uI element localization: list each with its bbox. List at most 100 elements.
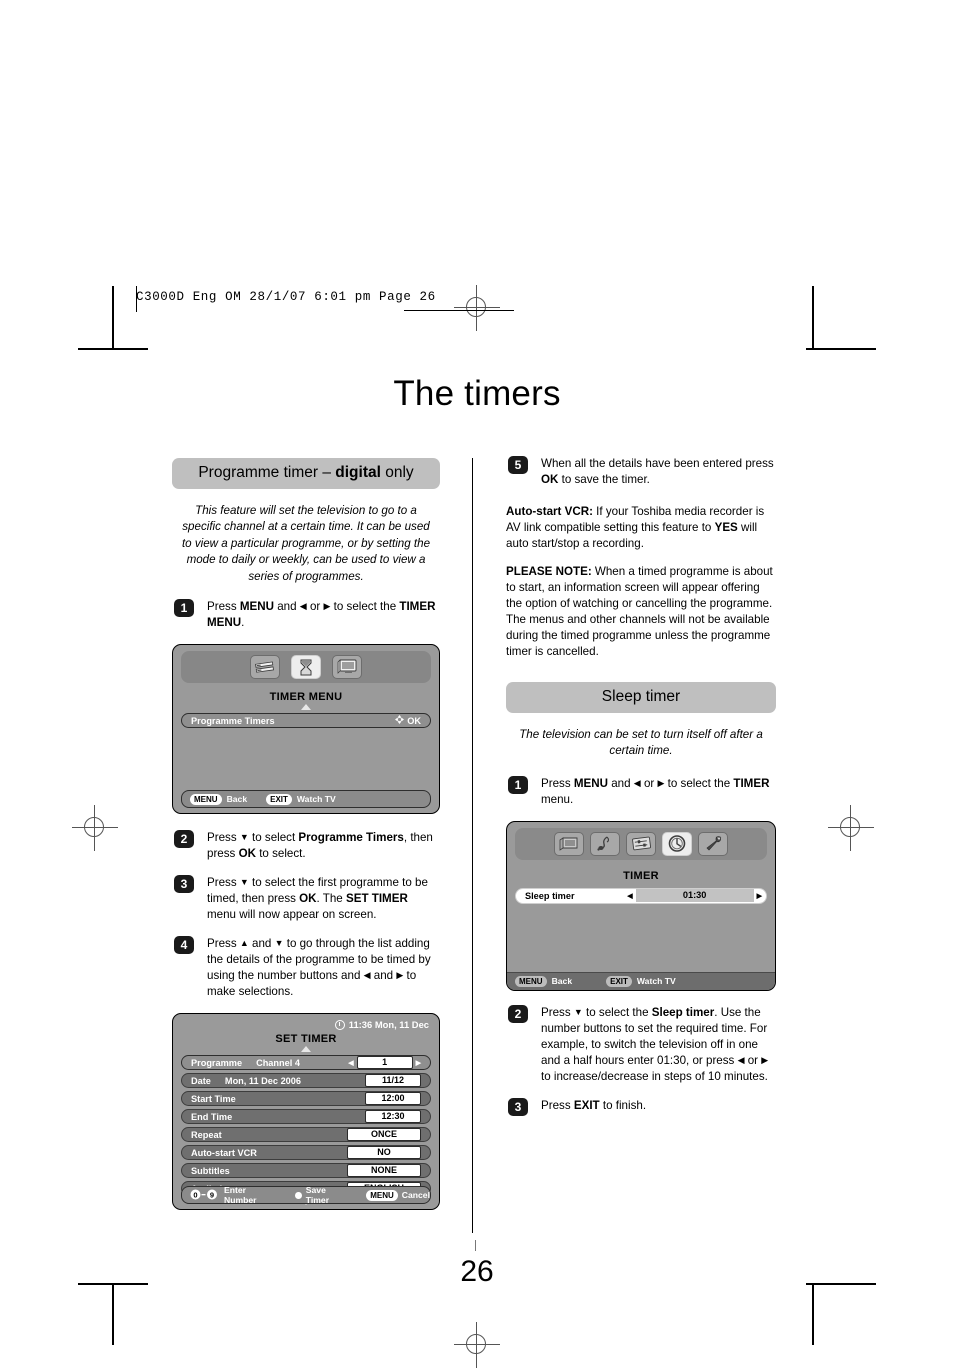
left-column: Programme timer – digital only This feat… [172,458,440,1211]
timer-title: TIMER [623,869,659,882]
set-timer-clock: 11:36 Mon, 11 Dec [173,1014,439,1030]
row-secondary-label: Mon, 11 Dec 2006 [224,1075,302,1086]
timer-menu-footer: MENU Back EXIT Watch TV [181,790,431,809]
row-label: End Time [191,1111,233,1122]
decrease-arrow-icon[interactable]: ◀ [348,1059,353,1067]
row-value: NO [347,1146,421,1160]
banner-emphasis: digital [335,464,381,481]
row-label: Auto-start VCR [191,1147,257,1158]
number-keys-icon: 09 [190,1189,220,1202]
tv-setup-icon[interactable] [332,655,362,680]
menu-key[interactable]: MENU [190,793,222,805]
exit-key[interactable]: EXIT [606,975,632,987]
file-header-underline [404,310,514,312]
sound-icon[interactable] [590,831,620,856]
decrease-arrow-icon[interactable]: ◀ [627,892,632,900]
feature-setup-icon[interactable] [626,831,656,856]
banner-suffix: only [380,464,414,481]
timer-menu-screen: TIMER MENU Programme Timers OK MENU Back… [172,644,440,815]
set-timer-row[interactable]: Date Mon, 11 Dec 2006 11/12 [181,1073,431,1089]
timer-menu-icon-bar [181,651,431,684]
step-text: Press EXIT to finish. [541,1098,647,1112]
scroll-up-arrow-icon [301,1046,311,1053]
increase-arrow-icon[interactable]: ▶ [416,1059,421,1067]
step-number-badge: 3 [174,875,194,894]
set-timer-row[interactable]: Repeat ONCE [181,1127,431,1143]
step-number-badge: 1 [174,599,194,618]
set-timer-row[interactable]: Start Time 12:00 [181,1091,431,1107]
step-4: 4 Press ▲ and ▼ to go through the list a… [172,936,440,1000]
sleep-timer-banner: Sleep timer [506,681,776,713]
hourglass-timer-icon[interactable] [291,655,321,680]
set-timer-row[interactable]: Subtitles NONE [181,1163,431,1179]
picture-icon[interactable] [554,831,584,856]
page-right-rule [812,286,814,312]
row-label: Programme [191,1057,243,1068]
row-value-group: NONE [347,1164,430,1178]
step-number-badge: 5 [508,456,528,474]
page-number-tick [475,1240,477,1251]
enter-number-label: Enter Number [224,1185,257,1206]
row-value-group: ONCE [347,1128,430,1142]
row-value: 11/12 [365,1074,421,1088]
registration-mark-bottom [454,1322,500,1368]
channel-list-icon[interactable] [250,655,280,680]
row-secondary-label: Channel 4 [256,1057,300,1068]
sleep-step-2: 2 Press ▼ to select the Sleep timer. Use… [506,1004,776,1085]
timer-icon-bar [515,827,767,860]
set-timer-row[interactable]: End Time 12:30 [181,1109,431,1125]
row-value: NONE [347,1164,421,1178]
crop-mark-top-left [78,348,148,350]
tools-icon[interactable] [698,831,728,856]
row-value: 12:00 [365,1092,421,1106]
crop-mark-top-right [806,348,876,350]
increase-arrow-icon[interactable]: ▶ [757,892,762,900]
menu-key[interactable]: MENU [366,1189,398,1201]
row-programme-timers[interactable]: Programme Timers OK [181,713,431,729]
sleep-timer-screen: TIMER Sleep timer ◀ 01:30 ▶ MENU Back EX… [506,820,776,991]
step-3: 3 Press ▼ to select the first programme … [172,875,440,923]
step-text: Press ▼ to select the first programme to… [207,876,428,922]
right-column: 5 When all the details have been entered… [506,456,776,1127]
page-title: The timers [393,374,561,413]
set-timer-row[interactable]: Auto-start VCR NO [181,1145,431,1161]
clock-icon [334,1019,345,1030]
please-note-paragraph: PLEASE NOTE: When a timed programme is a… [506,564,773,658]
row-value-group: 12:30 [365,1110,430,1124]
svg-text:9: 9 [210,1190,214,1199]
set-timer-row[interactable]: Programme Channel 4 ◀ 1 ▶ [181,1055,431,1071]
row-value-group: ◀ 1 ▶ [348,1056,430,1070]
set-timer-title: SET TIMER [275,1033,337,1046]
menu-key[interactable]: MENU [515,975,547,987]
crop-mark-top-left-v [112,286,114,348]
row-label: Repeat [191,1129,222,1140]
menu-key-label: Back [551,976,573,987]
exit-key-label: Watch TV [636,976,676,987]
row-sleep-timer[interactable]: Sleep timer ◀ 01:30 ▶ [515,887,767,904]
crop-mark-bottom-right-v [812,1283,814,1345]
clock-text: 11:36 Mon, 11 Dec [348,1019,429,1031]
row-label: Start Time [191,1093,236,1104]
timer-menu-title: TIMER MENU [269,691,343,704]
clock-timer-icon[interactable] [662,831,692,856]
step-text: When all the details have been entered p… [541,457,774,486]
row-value-group: 12:00 [365,1092,430,1106]
programme-timer-intro: This feature will set the television to … [181,504,431,583]
step-number-badge: 4 [174,936,194,955]
svg-text:0: 0 [193,1190,197,1199]
registration-mark-right [828,805,874,851]
row-value-group: ◀ 01:30 ▶ [627,889,766,903]
step-text: Press MENU and ◀ or ▶ to select the TIME… [541,776,770,806]
row-value: 12:30 [365,1110,421,1124]
file-header-text: C3000D Eng OM 28/1/07 6:01 pm Page 26 [136,290,436,304]
step-5: 5 When all the details have been entered… [506,456,776,488]
row-value-group: NO [347,1146,430,1160]
row-value-group: 11/12 [365,1074,430,1088]
step-text: Press ▼ to select the Sleep timer. Use t… [541,1005,769,1083]
exit-key[interactable]: EXIT [266,793,292,805]
save-dot-icon [295,1191,302,1199]
registration-mark-top [454,285,500,331]
auto-start-vcr-note: Auto-start VCR: If your Toshiba media re… [506,504,765,550]
step-2: 2 Press ▼ to select Programme Timers, th… [172,830,440,862]
row-label: Date [191,1075,211,1086]
